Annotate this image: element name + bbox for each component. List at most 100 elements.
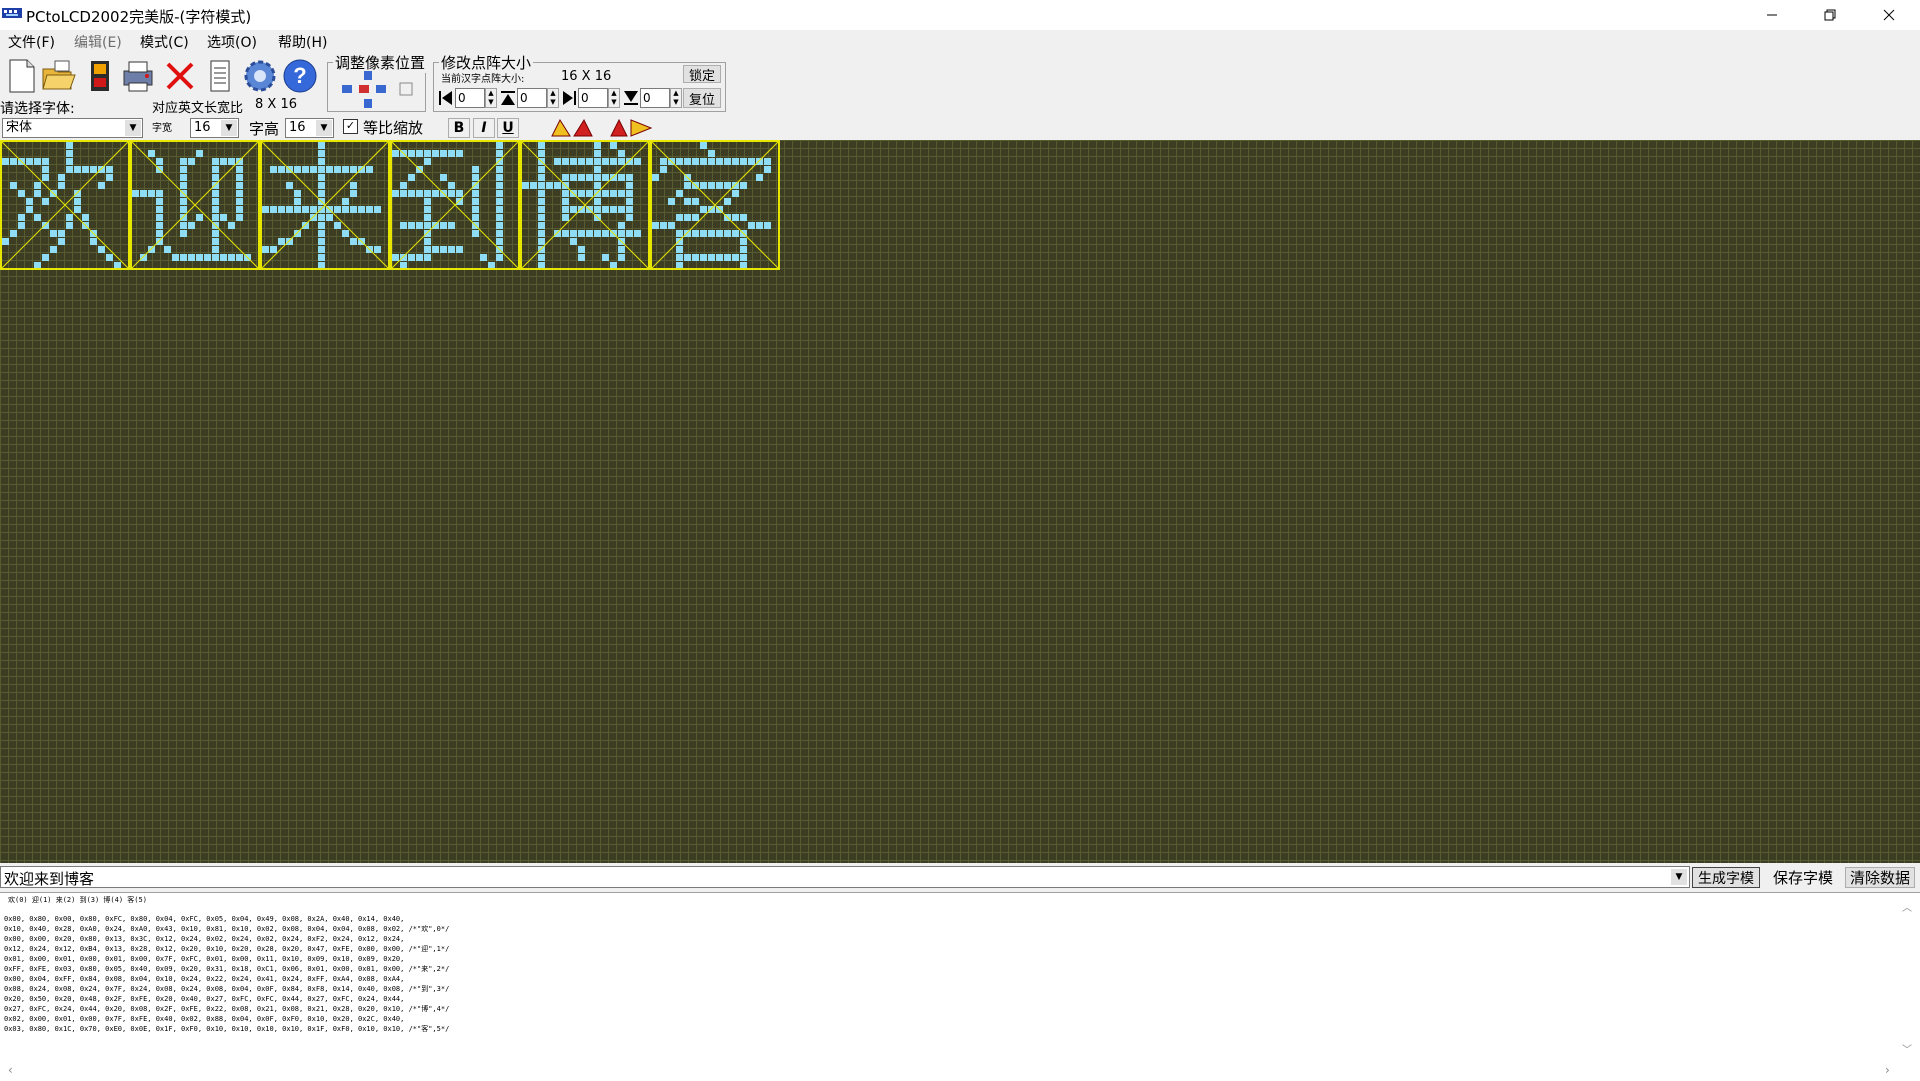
pixel-on[interactable]	[716, 230, 723, 237]
pixel-on[interactable]	[586, 158, 593, 165]
pixel-on[interactable]	[318, 230, 325, 237]
pixel-on[interactable]	[350, 206, 357, 213]
pixel-on[interactable]	[724, 230, 731, 237]
settings-gear-icon[interactable]	[242, 57, 278, 95]
mirror-vertical-icon[interactable]	[609, 118, 653, 138]
pixel-on[interactable]	[156, 206, 163, 213]
pixel-on[interactable]	[618, 254, 625, 261]
pixel-on[interactable]	[302, 166, 309, 173]
pixel-on[interactable]	[756, 174, 763, 181]
pixel-on[interactable]	[140, 254, 147, 261]
pixel-on[interactable]	[148, 150, 155, 157]
pixel-on[interactable]	[626, 230, 633, 237]
pixel-on[interactable]	[472, 190, 479, 197]
pixel-on[interactable]	[424, 222, 431, 229]
proportional-checkbox[interactable]: ✓	[343, 119, 358, 134]
pixel-on[interactable]	[570, 238, 577, 245]
pixel-on[interactable]	[618, 158, 625, 165]
restore-button[interactable]	[1801, 0, 1859, 30]
pixel-on[interactable]	[578, 158, 585, 165]
pixel-on[interactable]	[318, 214, 325, 221]
pixel-on[interactable]	[440, 150, 447, 157]
pixel-on[interactable]	[448, 222, 455, 229]
pixel-on[interactable]	[42, 158, 49, 165]
pixel-on[interactable]	[196, 254, 203, 261]
pixel-on[interactable]	[472, 166, 479, 173]
pixel-on[interactable]	[366, 166, 373, 173]
pixel-on[interactable]	[180, 174, 187, 181]
pixel-on[interactable]	[740, 182, 747, 189]
pixel-on[interactable]	[180, 230, 187, 237]
bold-button[interactable]: B	[448, 118, 470, 138]
pixel-on[interactable]	[106, 174, 113, 181]
pixel-on[interactable]	[554, 182, 561, 189]
pixel-on[interactable]	[392, 150, 399, 157]
pixel-on[interactable]	[416, 190, 423, 197]
pixel-on[interactable]	[212, 190, 219, 197]
pixel-on[interactable]	[294, 198, 301, 205]
print-icon[interactable]	[120, 57, 156, 95]
pixel-on[interactable]	[228, 254, 235, 261]
pixel-on[interactable]	[318, 142, 325, 149]
pixel-on[interactable]	[578, 190, 585, 197]
pixel-on[interactable]	[456, 150, 463, 157]
pixel-on[interactable]	[408, 222, 415, 229]
pixel-on[interactable]	[236, 174, 243, 181]
pixel-on[interactable]	[294, 206, 301, 213]
pixel-on[interactable]	[156, 198, 163, 205]
scroll-up-icon[interactable]: ︿	[1902, 899, 1912, 914]
pixel-on[interactable]	[538, 214, 545, 221]
clear-data-button[interactable]: 清除数据	[1845, 867, 1915, 888]
menu-help[interactable]: 帮助(H)	[278, 32, 327, 52]
pixel-on[interactable]	[34, 182, 41, 189]
pixel-on[interactable]	[236, 206, 243, 213]
pixel-on[interactable]	[106, 254, 113, 261]
chevron-down-icon[interactable]: ▼	[221, 120, 237, 136]
pixel-on[interactable]	[236, 198, 243, 205]
pixel-on[interactable]	[700, 206, 707, 213]
pixel-on[interactable]	[724, 158, 731, 165]
pixel-on[interactable]	[66, 222, 73, 229]
pixel-on[interactable]	[684, 254, 691, 261]
pixel-on[interactable]	[496, 214, 503, 221]
pixel-on[interactable]	[716, 182, 723, 189]
pixel-on[interactable]	[740, 262, 747, 269]
pixel-on[interactable]	[618, 230, 625, 237]
pixel-on[interactable]	[538, 198, 545, 205]
pixel-on[interactable]	[98, 246, 105, 253]
pixel-on[interactable]	[480, 254, 487, 261]
pixel-on[interactable]	[408, 174, 415, 181]
pixel-on[interactable]	[764, 222, 771, 229]
pixel-on[interactable]	[82, 166, 89, 173]
spin-bottom[interactable]: 0	[640, 88, 670, 108]
pixel-on[interactable]	[156, 222, 163, 229]
pixel-on[interactable]	[318, 190, 325, 197]
pixel-on[interactable]	[602, 158, 609, 165]
pixel-on[interactable]	[180, 206, 187, 213]
pixel-on[interactable]	[594, 158, 601, 165]
pixel-on[interactable]	[676, 190, 683, 197]
pixel-on[interactable]	[748, 158, 755, 165]
pixel-on[interactable]	[660, 166, 667, 173]
pixel-on[interactable]	[578, 174, 585, 181]
save-disk-icon[interactable]	[82, 57, 118, 95]
pixel-on[interactable]	[236, 254, 243, 261]
pixel-on[interactable]	[700, 158, 707, 165]
pixel-on[interactable]	[610, 174, 617, 181]
pixel-on[interactable]	[570, 174, 577, 181]
pixel-on[interactable]	[236, 190, 243, 197]
pixel-on[interactable]	[286, 238, 293, 245]
pixel-on[interactable]	[740, 214, 747, 221]
pixel-on[interactable]	[334, 222, 341, 229]
pixel-on[interactable]	[196, 214, 203, 221]
pixel-on[interactable]	[684, 158, 691, 165]
pixel-on[interactable]	[586, 190, 593, 197]
pixel-on[interactable]	[74, 206, 81, 213]
spin-right-updown[interactable]: ▲ ▼	[608, 88, 620, 108]
pixel-on[interactable]	[90, 238, 97, 245]
spin-left-updown[interactable]: ▲ ▼	[485, 88, 497, 108]
pixel-on[interactable]	[708, 206, 715, 213]
pixel-on[interactable]	[278, 206, 285, 213]
pixel-on[interactable]	[700, 182, 707, 189]
char-cell-3[interactable]	[390, 140, 520, 270]
